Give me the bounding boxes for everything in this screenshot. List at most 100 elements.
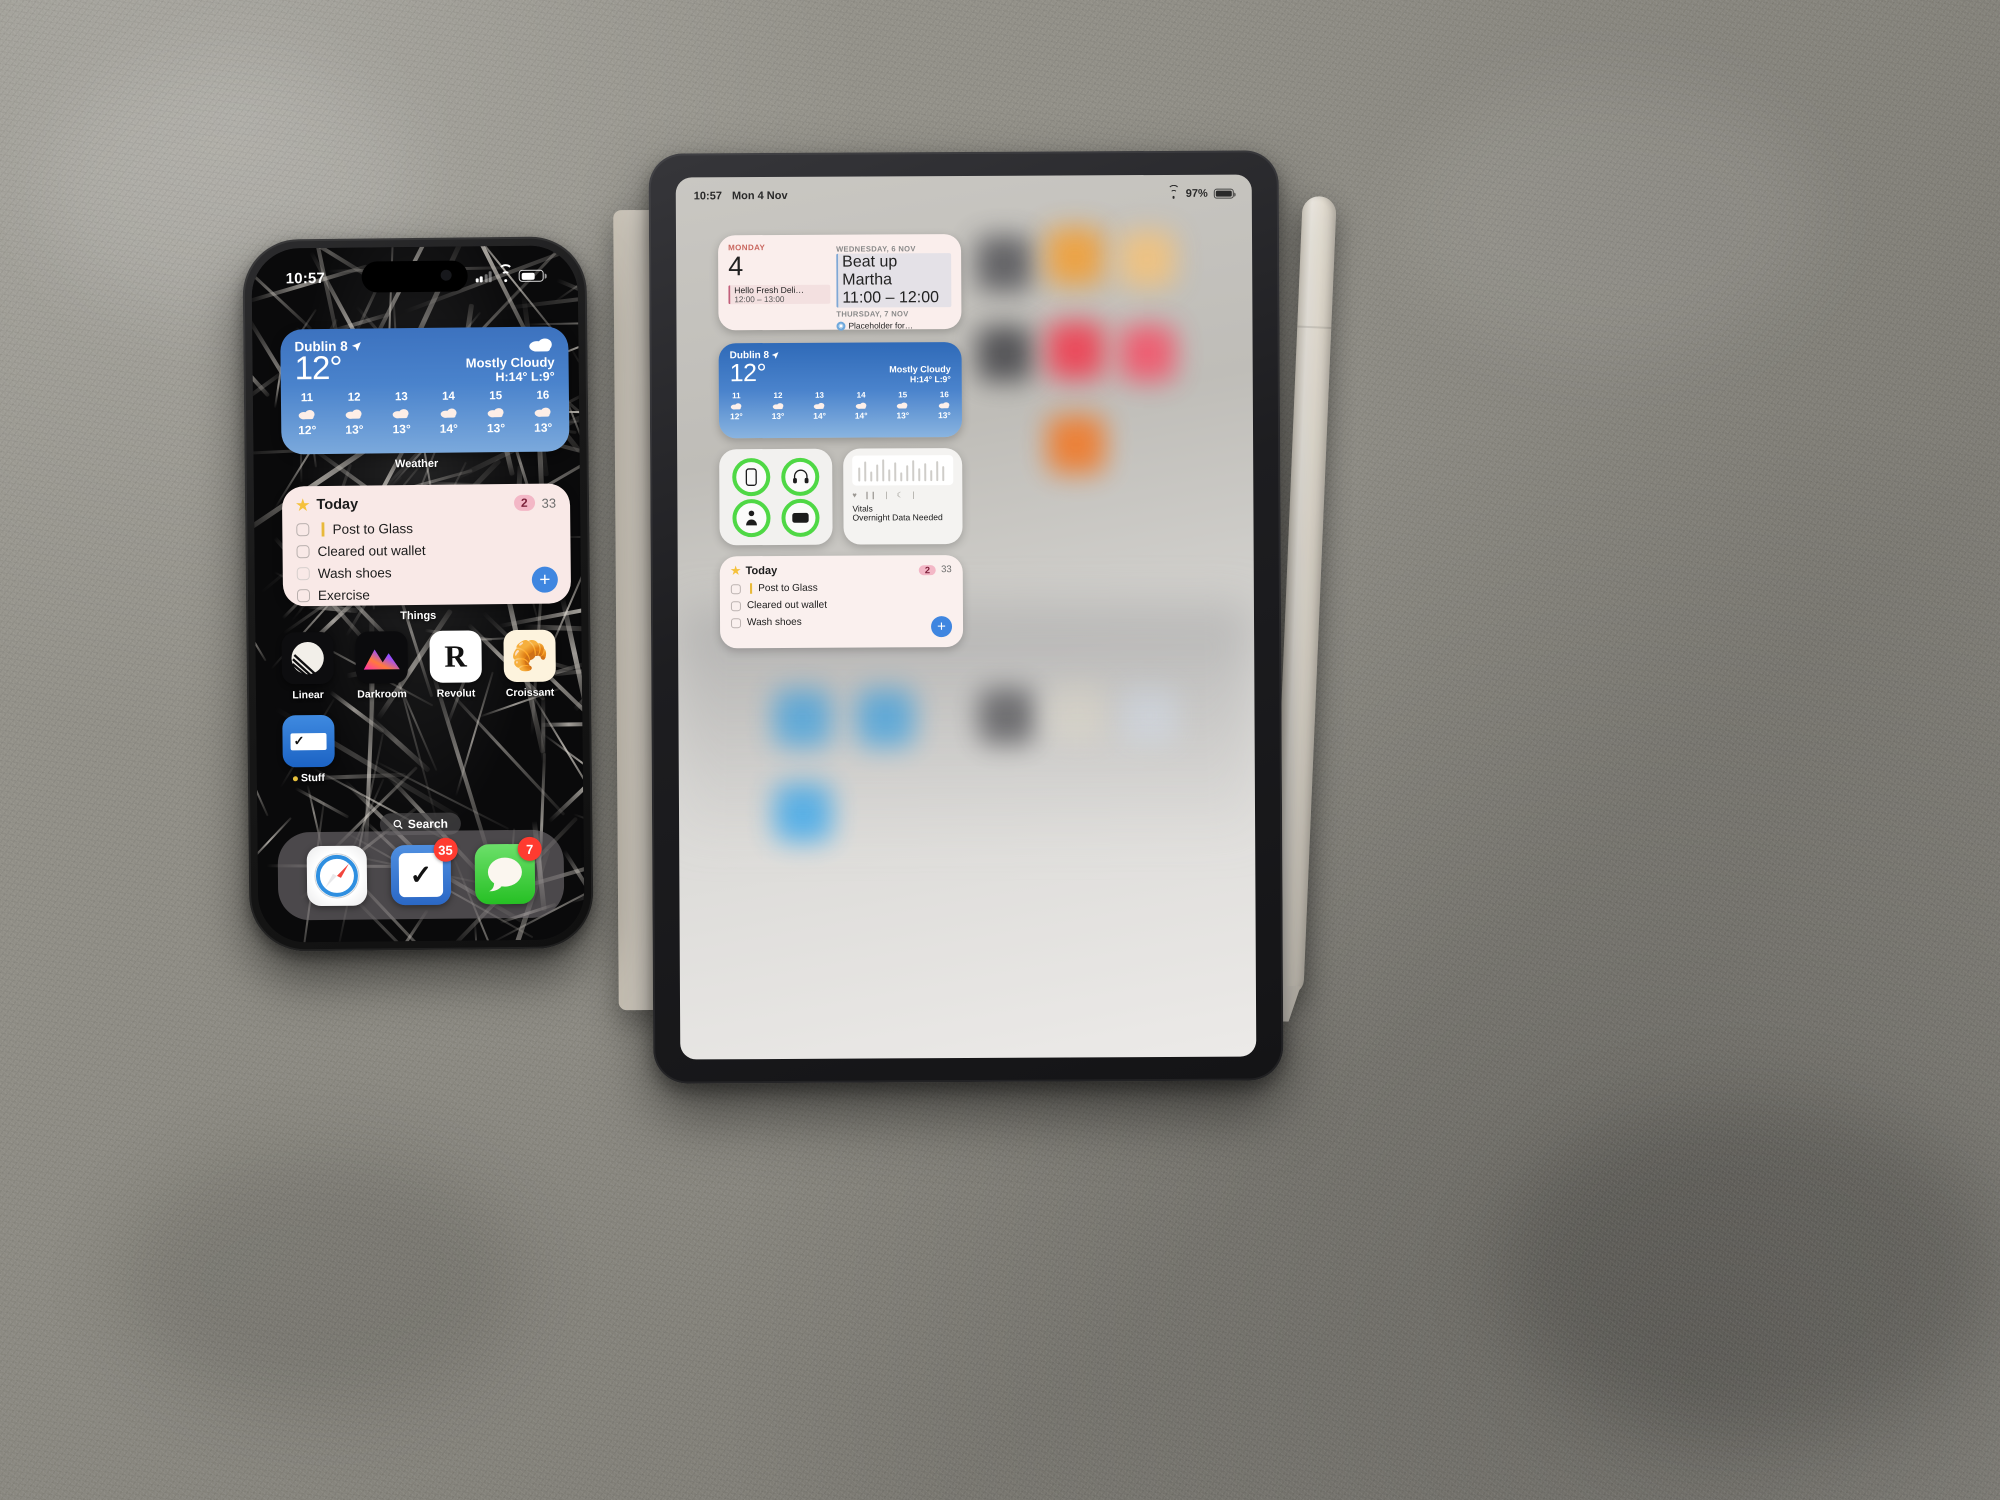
headphones-icon[interactable] [781,457,820,496]
calendar-event[interactable]: ◉ Placeholder for… [836,320,951,331]
cellular-signal-icon [475,270,492,282]
star-icon: ★ [730,565,741,578]
weather-condition: Mostly Cloudy [465,354,555,371]
task-row[interactable]: Cleared out wallet [296,542,556,560]
task-checkbox[interactable] [731,617,742,628]
vitals-status: Overnight Data Needed [852,512,943,523]
weather-hour-cell: 11 12° [730,391,743,422]
task-label: Wash shoes [746,616,802,629]
task-label: Cleared out wallet [317,542,426,560]
iphone-weather-widget[interactable]: Dublin 8 12° Mostly Cloudy H:14° L:9° 11… [280,326,570,455]
iphone-screen[interactable]: 10:57 Dublin 8 12° Mostly Cloudy H:14° L… [251,245,585,943]
event-time: 11:00 – 12:00 [842,289,940,307]
ipad-vitals-widget[interactable]: ♥ ❙❙ ❘ ☾ ❘ Vitals Overnight Data Needed [843,448,963,545]
weather-hour-cell: 16 13° [534,389,553,435]
task-label: Wash shoes [317,565,392,582]
event-title: Hello Fresh Deli… [734,284,805,296]
ipad-screen[interactable]: 10:57 Mon 4 Nov 97% MONDAY 4 Hello Fresh… [675,174,1257,1060]
app-label: Linear [292,688,324,702]
darkroom-app-icon [355,631,408,684]
app-linear[interactable]: Linear [281,631,334,702]
iphone-icon[interactable] [731,457,771,496]
task-checkbox[interactable] [296,545,310,559]
dock-app-safari[interactable] [306,845,368,907]
location-arrow-icon [772,352,779,359]
cloud-icon [298,410,315,420]
ipad-calendar-widget[interactable]: MONDAY 4 Hello Fresh Deli… 12:00 – 13:00… [717,234,962,331]
cloud-icon [897,402,908,409]
app-stuff[interactable]: ✓ Stuff [282,714,335,785]
cloud-icon [534,407,551,417]
event-title: Beat up Martha [842,253,898,289]
croissant-glyph: 🥐 [510,639,549,673]
task-checkbox[interactable] [730,583,741,594]
task-row[interactable]: Exercise [296,586,557,604]
ipad-controls-widget[interactable] [719,448,833,546]
cloud-icon [813,402,825,409]
app-croissant[interactable]: 🥐 Croissant [503,629,556,700]
app-label: Stuff [292,772,325,784]
add-task-button[interactable]: + [930,616,953,638]
wrist-temp-icon: ❘ [910,490,917,500]
trackpad-icon[interactable] [781,498,820,537]
cloud-icon [345,409,362,419]
ipad-things-widget[interactable]: ★ Today 2 33 ❙ Post to Glass Cleared out… [719,555,964,649]
weather-high-low: H:14° L:9° [909,374,951,385]
battery-icon [1213,188,1234,199]
app-revolut[interactable]: R Revolut [429,630,482,700]
vitals-metric-icons: ♥ ❙❙ ❘ ☾ ❘ [852,490,953,500]
things-count: 33 [541,495,557,511]
cloud-icon [529,338,552,352]
revolut-glyph: R [444,638,468,674]
weather-hour-cell: 15 13° [486,390,506,436]
stuff-app-icon: ✓ [282,714,335,768]
person-icon[interactable] [732,498,771,537]
croissant-app-icon: 🥐 [503,629,556,683]
weather-hour-cell: 14 14° [439,390,458,436]
flag-icon: ❙ [746,583,756,595]
badge-count: 35 [433,837,458,862]
task-checkbox[interactable] [296,522,310,536]
iphone-device[interactable]: 10:57 Dublin 8 12° Mostly Cloudy H:14° L… [242,236,594,952]
battery-percent: 97% [1185,187,1208,200]
search-label: Search [407,816,448,832]
dynamic-island [361,260,468,293]
task-row[interactable]: Cleared out wallet [730,599,952,612]
task-row[interactable]: ❙ Post to Glass [730,582,952,595]
wifi-icon [497,263,513,282]
task-label: Exercise [317,587,370,604]
event-time: 12:00 – 13:00 [734,294,785,305]
task-checkbox[interactable] [296,567,310,581]
weather-hour-cell: 12 13° [345,391,364,437]
search-icon [393,819,403,829]
ipad-device[interactable]: 10:57 Mon 4 Nov 97% MONDAY 4 Hello Fresh… [648,150,1284,1084]
lungs-icon: ❙❙ [863,490,877,500]
task-row[interactable]: Wash shoes [731,616,952,628]
calendar-event[interactable]: Beat up Martha 11:00 – 12:00 [836,253,952,308]
calendar-event[interactable]: Hello Fresh Deli… 12:00 – 13:00 [728,284,831,305]
task-checkbox[interactable] [296,589,311,603]
ipad-weather-widget[interactable]: Dublin 8 12° Mostly Cloudy H:14° L:9° 11… [718,342,963,439]
cloud-icon [440,408,457,418]
add-task-button[interactable]: + [531,566,558,593]
event-title: Placeholder for… [848,320,914,331]
weather-hour-cell: 15 13° [896,390,910,421]
cloud-icon [393,409,409,419]
app-update-dot-icon [292,775,298,781]
iphone-app-grid: Linear Darkroom R Revolut 🥐 Croissant ✓ … [281,629,575,798]
dock-app-things[interactable]: ✓ 35 [390,837,458,906]
cloud-icon [730,403,742,410]
task-row[interactable]: Wash shoes [296,564,557,582]
task-label: Cleared out wallet [746,599,828,612]
wifi-icon [1167,184,1180,199]
things-count: 33 [941,564,952,576]
iphone-things-widget[interactable]: ★ Today 2 33 ❙ Post to Glass Cleared out… [281,483,572,607]
task-checkbox[interactable] [730,600,741,611]
task-row[interactable]: ❙ Post to Glass [296,519,556,538]
weather-hour-cell: 16 13° [938,390,951,421]
app-darkroom[interactable]: Darkroom [355,631,408,701]
ipad-status-bar: 10:57 Mon 4 Nov 97% [676,184,1252,205]
calendar-day-header: THURSDAY, 7 NOV [836,309,909,319]
sleep-graph-icon [852,455,954,486]
dock-app-messages[interactable]: 7 [474,836,542,905]
